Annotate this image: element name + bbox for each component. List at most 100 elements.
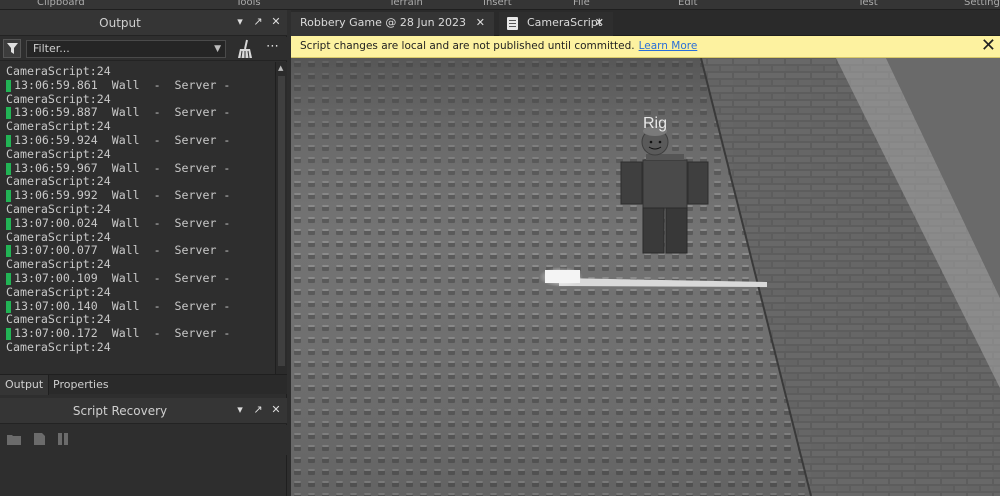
log-source-line[interactable]: CameraScript:24 [6, 201, 274, 217]
script-recovery-header: Script Recovery ▾ ↗ ✕ [0, 398, 287, 424]
log-source-line[interactable]: CameraScript:24 [6, 64, 274, 79]
tab-output[interactable]: Output [0, 375, 50, 395]
log-level-marker [6, 107, 11, 120]
close-icon[interactable]: ✕ [271, 403, 281, 416]
pause-icon[interactable] [55, 431, 71, 447]
output-title: Output [99, 16, 141, 30]
log-level-marker [6, 134, 11, 147]
ribbon-group-terrain[interactable]: Terrain [389, 0, 423, 8]
log-level-marker [6, 79, 11, 92]
log-source-line[interactable]: CameraScript:24 [6, 312, 274, 327]
script-page-icon [507, 17, 518, 30]
ribbon-group-settings[interactable]: Settings [964, 0, 1000, 8]
output-header: Output ▾ ↗ ✕ [0, 10, 287, 36]
log-text: 13:06:59.992 Wall - Server - [14, 188, 231, 203]
3d-viewport[interactable]: Rig [291, 58, 1000, 496]
filter-input[interactable]: Filter... ▼ [26, 40, 226, 58]
log-source-line[interactable]: CameraScript:24 [6, 339, 274, 355]
tab-place[interactable]: Robbery Game @ 28 Jun 2023 13:05 ✕ [291, 12, 494, 51]
log-text: CameraScript:24 [6, 312, 111, 327]
editor-area: Robbery Game @ 28 Jun 2023 13:05 ✕ Camer… [291, 10, 1000, 496]
log-text: CameraScript:24 [6, 201, 111, 216]
log-text: 13:07:00.172 Wall - Server - [14, 326, 231, 341]
scroll-up-icon[interactable]: ▲ [278, 64, 283, 72]
funnel-icon [6, 43, 18, 54]
close-icon[interactable]: ✕ [595, 12, 604, 34]
log-entry[interactable]: 13:07:00.024 Wall - Server - [6, 215, 274, 231]
log-level-marker [6, 245, 11, 258]
ribbon-group-tools[interactable]: Tools [236, 0, 261, 8]
ribbon-group-file[interactable]: File [573, 0, 590, 8]
ribbon-bar: Clipboard Tools Terrain Insert File Edit… [0, 0, 1000, 10]
log-source-line[interactable]: CameraScript:24 [6, 257, 274, 272]
filter-placeholder: Filter... [33, 42, 70, 55]
rig-nametag: Rig [643, 115, 667, 132]
log-text: 13:06:59.924 Wall - Server - [14, 132, 231, 147]
tab-camerascript[interactable]: CameraScript ✕ [499, 12, 613, 36]
log-source-line[interactable]: CameraScript:24 [6, 147, 274, 162]
ribbon-group-test[interactable]: Test [858, 0, 878, 8]
log-entry[interactable]: 13:06:59.992 Wall - Server - [6, 188, 274, 203]
output-filter-bar: Filter... ▼ ⋯ [0, 37, 287, 61]
log-entry[interactable]: 13:07:00.077 Wall - Server - [6, 243, 274, 258]
chevron-down-icon[interactable]: ▾ [235, 15, 245, 28]
log-text: 13:06:59.861 Wall - Server - [14, 77, 231, 92]
chevron-down-icon[interactable]: ▼ [214, 41, 221, 57]
log-level-marker [6, 300, 11, 313]
output-log[interactable]: CameraScript:24 13:06:59.861 Wall - Serve… [0, 62, 274, 385]
filter-funnel-button[interactable] [3, 39, 21, 58]
log-level-marker [6, 328, 11, 341]
ribbon-group-edit[interactable]: Edit [678, 0, 697, 8]
close-icon[interactable]: ✕ [981, 35, 996, 57]
scroll-thumb[interactable] [278, 76, 285, 366]
clear-broom-icon[interactable] [235, 39, 255, 59]
log-entry[interactable]: 13:07:00.109 Wall - Server - [6, 270, 274, 286]
log-source-line[interactable]: CameraScript:24 [6, 285, 274, 300]
log-text: 13:07:00.024 Wall - Server - [14, 215, 231, 230]
ribbon-group-clipboard[interactable]: Clipboard [37, 0, 85, 8]
folder-icon[interactable] [6, 431, 22, 447]
tab-camerascript-label: CameraScript [527, 16, 603, 29]
output-tabs: Output Properties [0, 374, 287, 395]
learn-more-link[interactable]: Learn More [639, 40, 698, 52]
log-text: CameraScript:24 [6, 229, 111, 244]
script-recovery-toolbar [0, 425, 287, 455]
undock-icon[interactable]: ↗ [253, 403, 263, 416]
script-file-icon[interactable] [31, 431, 47, 447]
chevron-down-icon[interactable]: ▾ [235, 403, 245, 416]
undock-icon[interactable]: ↗ [253, 15, 263, 28]
more-options-icon[interactable]: ⋯ [266, 39, 279, 54]
left-dock: Output ▾ ↗ ✕ Filter... ▼ ⋯ CameraScript:… [0, 10, 287, 496]
log-source-line[interactable]: CameraScript:24 [6, 174, 274, 189]
log-level-marker [6, 217, 11, 230]
studio-window: Clipboard Tools Terrain Insert File Edit… [0, 0, 1000, 496]
log-level-marker [6, 272, 11, 285]
log-entry[interactable]: 13:06:59.861 Wall - Server - [6, 77, 274, 93]
log-text: 13:07:00.077 Wall - Server - [14, 243, 231, 258]
log-source-line[interactable]: CameraScript:24 [6, 229, 274, 245]
log-text: CameraScript:24 [6, 119, 111, 134]
tab-properties[interactable]: Properties [48, 375, 114, 395]
log-entry[interactable]: 13:07:00.172 Wall - Server - [6, 326, 274, 341]
log-entry[interactable]: 13:06:59.887 Wall - Server - [6, 105, 274, 120]
log-entry[interactable]: 13:07:00.140 Wall - Server - [6, 299, 274, 314]
log-entry[interactable]: 13:06:59.967 Wall - Server - [6, 160, 274, 176]
log-entry[interactable]: 13:06:59.924 Wall - Server - [6, 132, 274, 148]
log-text: CameraScript:24 [6, 174, 111, 189]
close-icon[interactable]: ✕ [271, 15, 281, 28]
output-scrollbar[interactable]: ▲ ▼ [275, 62, 287, 385]
log-text: CameraScript:24 [6, 64, 111, 78]
log-source-line[interactable]: CameraScript:24 [6, 92, 274, 107]
log-text: 13:07:00.109 Wall - Server - [14, 270, 231, 285]
beam-origin-part [545, 270, 580, 283]
log-text: 13:06:59.967 Wall - Server - [14, 160, 231, 175]
log-level-marker [6, 162, 11, 175]
log-level-marker [6, 190, 11, 203]
log-text: CameraScript:24 [6, 339, 111, 354]
close-icon[interactable]: ✕ [476, 12, 485, 34]
ribbon-group-insert[interactable]: Insert [483, 0, 512, 8]
log-source-line[interactable]: CameraScript:24 [6, 119, 274, 134]
log-text: CameraScript:24 [6, 257, 111, 272]
viewport-scene[interactable]: Rig [291, 58, 1000, 496]
document-tabs: Robbery Game @ 28 Jun 2023 13:05 ✕ Camer… [291, 10, 1000, 51]
